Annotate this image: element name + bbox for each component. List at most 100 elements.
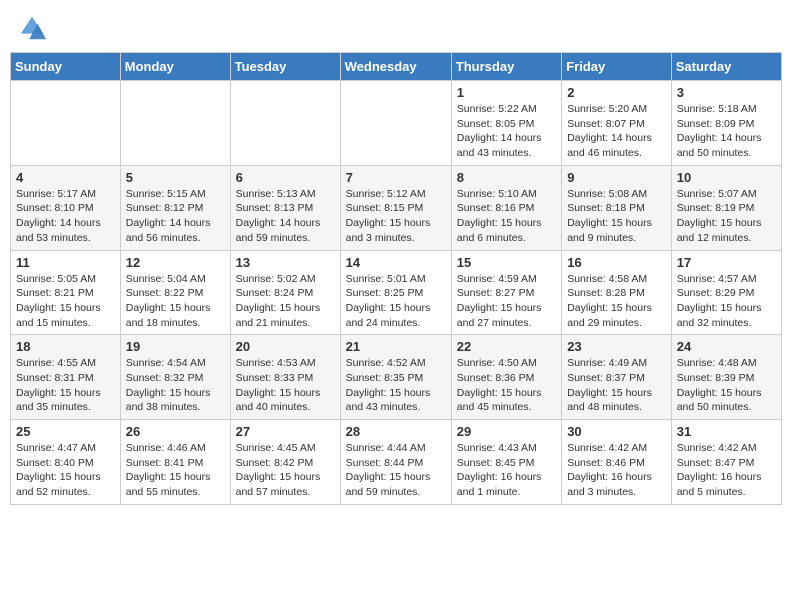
logo	[18, 14, 48, 42]
day-number: 29	[457, 424, 556, 439]
calendar-cell: 8 Sunrise: 5:10 AM Sunset: 8:16 PM Daylig…	[451, 165, 561, 250]
day-info: Sunrise: 5:13 AM Sunset: 8:13 PM Dayligh…	[236, 187, 335, 246]
calendar-cell: 18 Sunrise: 4:55 AM Sunset: 8:31 PM Dayli…	[11, 335, 121, 420]
calendar-cell: 14 Sunrise: 5:01 AM Sunset: 8:25 PM Dayli…	[340, 250, 451, 335]
day-number: 5	[126, 170, 225, 185]
calendar-cell	[11, 81, 121, 166]
day-number: 31	[677, 424, 776, 439]
calendar-header-tuesday: Tuesday	[230, 53, 340, 81]
day-number: 25	[16, 424, 115, 439]
day-number: 8	[457, 170, 556, 185]
calendar-cell: 22 Sunrise: 4:50 AM Sunset: 8:36 PM Dayli…	[451, 335, 561, 420]
calendar-body: 1 Sunrise: 5:22 AM Sunset: 8:05 PM Daylig…	[11, 81, 782, 505]
calendar-week-row: 18 Sunrise: 4:55 AM Sunset: 8:31 PM Dayli…	[11, 335, 782, 420]
calendar-cell: 2 Sunrise: 5:20 AM Sunset: 8:07 PM Daylig…	[562, 81, 672, 166]
day-number: 24	[677, 339, 776, 354]
day-number: 17	[677, 255, 776, 270]
calendar-header-wednesday: Wednesday	[340, 53, 451, 81]
day-number: 16	[567, 255, 666, 270]
day-info: Sunrise: 4:42 AM Sunset: 8:46 PM Dayligh…	[567, 441, 666, 500]
day-number: 4	[16, 170, 115, 185]
day-info: Sunrise: 4:52 AM Sunset: 8:35 PM Dayligh…	[346, 356, 446, 415]
calendar-cell: 6 Sunrise: 5:13 AM Sunset: 8:13 PM Daylig…	[230, 165, 340, 250]
day-info: Sunrise: 5:05 AM Sunset: 8:21 PM Dayligh…	[16, 272, 115, 331]
calendar-cell: 13Sunrise: 5:02 AM Sunset: 8:24 PM Dayli…	[230, 250, 340, 335]
day-number: 1	[457, 85, 556, 100]
calendar-cell: 4 Sunrise: 5:17 AM Sunset: 8:10 PM Daylig…	[11, 165, 121, 250]
day-info: Sunrise: 4:53 AM Sunset: 8:33 PM Dayligh…	[236, 356, 335, 415]
day-number: 28	[346, 424, 446, 439]
day-number: 19	[126, 339, 225, 354]
calendar-cell: 28 Sunrise: 4:44 AM Sunset: 8:44 PM Dayli…	[340, 420, 451, 505]
day-number: 14	[346, 255, 446, 270]
calendar-cell: 3Sunrise: 5:18 AM Sunset: 8:09 PM Daylig…	[671, 81, 781, 166]
day-number: 12	[126, 255, 225, 270]
calendar-header-thursday: Thursday	[451, 53, 561, 81]
calendar-cell: 30 Sunrise: 4:42 AM Sunset: 8:46 PM Dayli…	[562, 420, 672, 505]
day-info: Sunrise: 5:22 AM Sunset: 8:05 PM Dayligh…	[457, 102, 556, 161]
calendar-cell: 12 Sunrise: 5:04 AM Sunset: 8:22 PM Dayli…	[120, 250, 230, 335]
day-number: 9	[567, 170, 666, 185]
day-info: Sunrise: 5:12 AM Sunset: 8:15 PM Dayligh…	[346, 187, 446, 246]
calendar-cell: 24 Sunrise: 4:48 AM Sunset: 8:39 PM Dayli…	[671, 335, 781, 420]
calendar-header-monday: Monday	[120, 53, 230, 81]
day-info: Sunrise: 4:42 AM Sunset: 8:47 PM Dayligh…	[677, 441, 776, 500]
calendar-week-row: 11Sunrise: 5:05 AM Sunset: 8:21 PM Dayli…	[11, 250, 782, 335]
calendar-header-friday: Friday	[562, 53, 672, 81]
day-info: Sunrise: 5:07 AM Sunset: 8:19 PM Dayligh…	[677, 187, 776, 246]
day-info: Sunrise: 4:44 AM Sunset: 8:44 PM Dayligh…	[346, 441, 446, 500]
calendar-cell: 9 Sunrise: 5:08 AM Sunset: 8:18 PM Daylig…	[562, 165, 672, 250]
day-number: 6	[236, 170, 335, 185]
day-info: Sunrise: 4:58 AM Sunset: 8:28 PM Dayligh…	[567, 272, 666, 331]
day-number: 27	[236, 424, 335, 439]
page-header	[10, 10, 782, 46]
day-info: Sunrise: 4:47 AM Sunset: 8:40 PM Dayligh…	[16, 441, 115, 500]
logo-icon	[18, 14, 46, 42]
calendar-week-row: 25 Sunrise: 4:47 AM Sunset: 8:40 PM Dayli…	[11, 420, 782, 505]
day-info: Sunrise: 4:48 AM Sunset: 8:39 PM Dayligh…	[677, 356, 776, 415]
day-info: Sunrise: 5:10 AM Sunset: 8:16 PM Dayligh…	[457, 187, 556, 246]
calendar-cell	[340, 81, 451, 166]
day-info: Sunrise: 4:46 AM Sunset: 8:41 PM Dayligh…	[126, 441, 225, 500]
day-number: 22	[457, 339, 556, 354]
calendar-cell: 27 Sunrise: 4:45 AM Sunset: 8:42 PM Dayli…	[230, 420, 340, 505]
calendar-cell: 23Sunrise: 4:49 AM Sunset: 8:37 PM Dayli…	[562, 335, 672, 420]
calendar-cell	[120, 81, 230, 166]
day-number: 7	[346, 170, 446, 185]
calendar-cell: 26 Sunrise: 4:46 AM Sunset: 8:41 PM Dayli…	[120, 420, 230, 505]
calendar-cell: 5 Sunrise: 5:15 AM Sunset: 8:12 PM Daylig…	[120, 165, 230, 250]
day-info: Sunrise: 5:15 AM Sunset: 8:12 PM Dayligh…	[126, 187, 225, 246]
day-info: Sunrise: 4:54 AM Sunset: 8:32 PM Dayligh…	[126, 356, 225, 415]
day-info: Sunrise: 5:01 AM Sunset: 8:25 PM Dayligh…	[346, 272, 446, 331]
day-info: Sunrise: 4:57 AM Sunset: 8:29 PM Dayligh…	[677, 272, 776, 331]
day-info: Sunrise: 4:50 AM Sunset: 8:36 PM Dayligh…	[457, 356, 556, 415]
day-number: 18	[16, 339, 115, 354]
day-number: 15	[457, 255, 556, 270]
calendar-cell: 20Sunrise: 4:53 AM Sunset: 8:33 PM Dayli…	[230, 335, 340, 420]
calendar-cell: 15Sunrise: 4:59 AM Sunset: 8:27 PM Dayli…	[451, 250, 561, 335]
calendar-header-saturday: Saturday	[671, 53, 781, 81]
day-number: 30	[567, 424, 666, 439]
day-number: 3	[677, 85, 776, 100]
calendar-cell	[230, 81, 340, 166]
day-number: 10	[677, 170, 776, 185]
day-info: Sunrise: 4:55 AM Sunset: 8:31 PM Dayligh…	[16, 356, 115, 415]
calendar-cell: 25 Sunrise: 4:47 AM Sunset: 8:40 PM Dayli…	[11, 420, 121, 505]
day-number: 26	[126, 424, 225, 439]
day-info: Sunrise: 5:17 AM Sunset: 8:10 PM Dayligh…	[16, 187, 115, 246]
calendar-cell: 29Sunrise: 4:43 AM Sunset: 8:45 PM Dayli…	[451, 420, 561, 505]
calendar-week-row: 1 Sunrise: 5:22 AM Sunset: 8:05 PM Daylig…	[11, 81, 782, 166]
day-info: Sunrise: 5:02 AM Sunset: 8:24 PM Dayligh…	[236, 272, 335, 331]
day-info: Sunrise: 5:20 AM Sunset: 8:07 PM Dayligh…	[567, 102, 666, 161]
day-info: Sunrise: 5:04 AM Sunset: 8:22 PM Dayligh…	[126, 272, 225, 331]
calendar-cell: 31 Sunrise: 4:42 AM Sunset: 8:47 PM Dayli…	[671, 420, 781, 505]
calendar-cell: 1 Sunrise: 5:22 AM Sunset: 8:05 PM Daylig…	[451, 81, 561, 166]
calendar-cell: 19 Sunrise: 4:54 AM Sunset: 8:32 PM Dayli…	[120, 335, 230, 420]
day-info: Sunrise: 5:08 AM Sunset: 8:18 PM Dayligh…	[567, 187, 666, 246]
day-number: 23	[567, 339, 666, 354]
day-number: 2	[567, 85, 666, 100]
day-number: 21	[346, 339, 446, 354]
calendar-table: SundayMondayTuesdayWednesdayThursdayFrid…	[10, 52, 782, 505]
day-info: Sunrise: 4:45 AM Sunset: 8:42 PM Dayligh…	[236, 441, 335, 500]
calendar-cell: 17 Sunrise: 4:57 AM Sunset: 8:29 PM Dayli…	[671, 250, 781, 335]
